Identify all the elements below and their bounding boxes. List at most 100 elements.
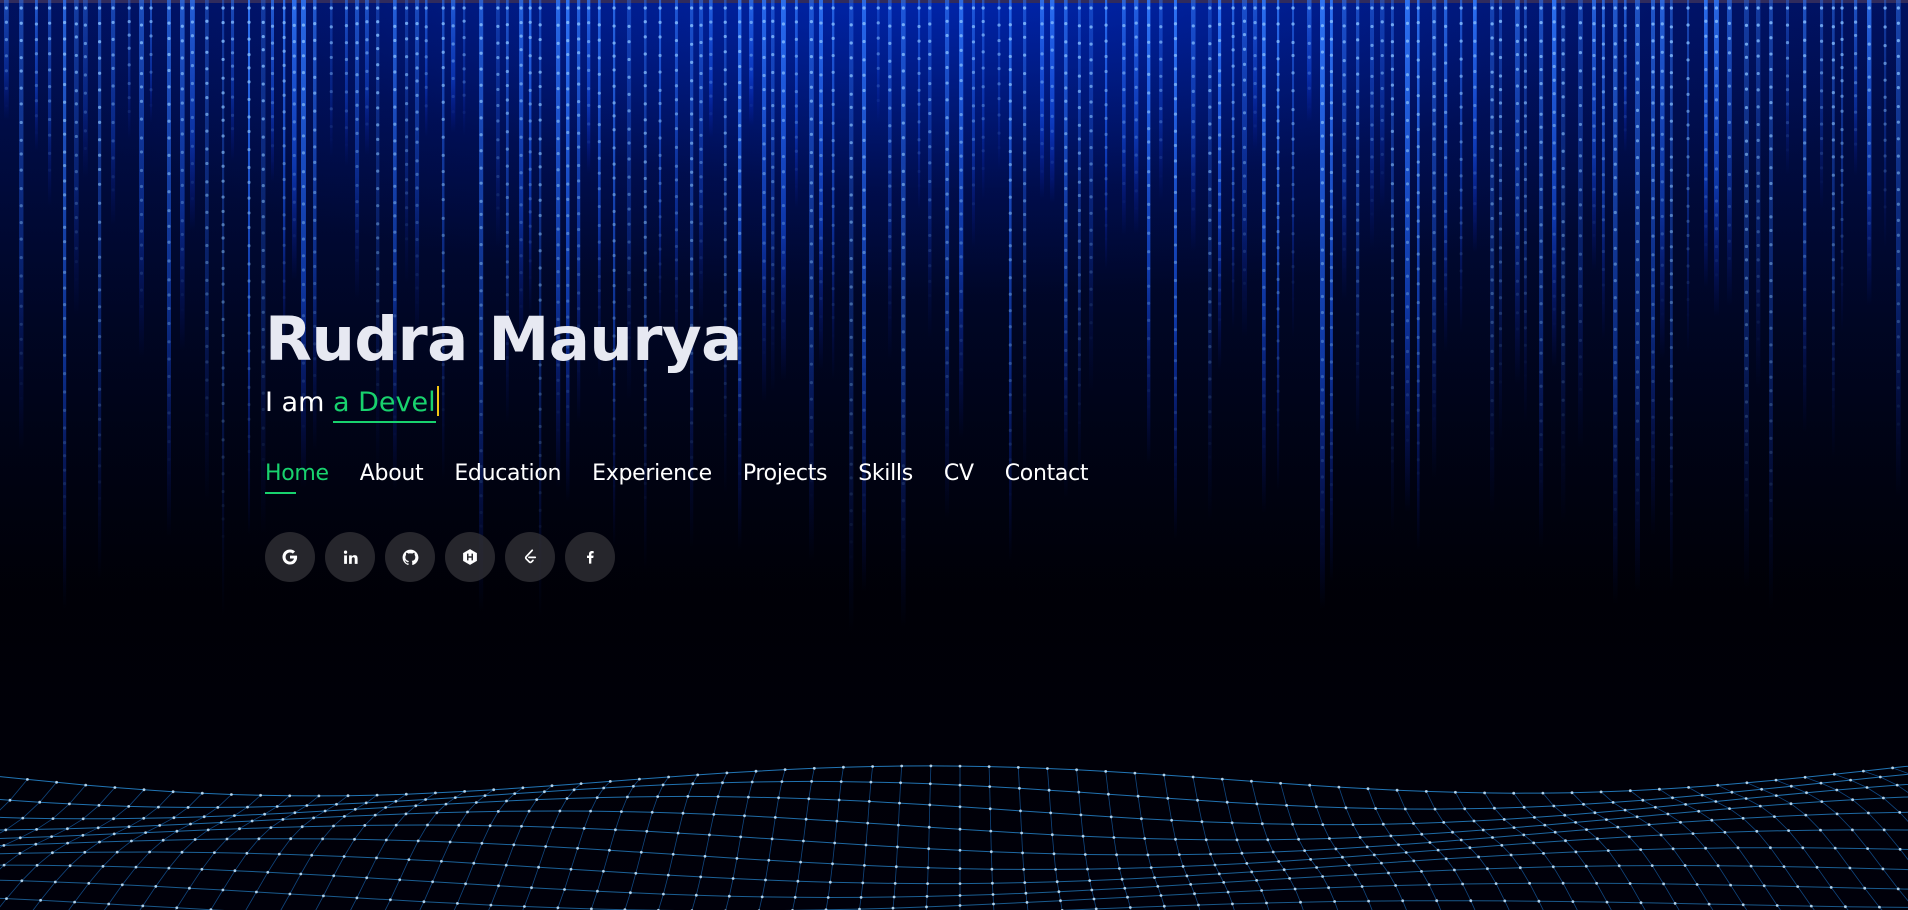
grid-node xyxy=(1018,786,1021,790)
grid-node xyxy=(842,765,845,769)
linkedin-icon xyxy=(343,550,358,564)
grid-node xyxy=(1459,838,1463,842)
grid-node xyxy=(375,856,378,860)
nav-item-projects[interactable]: Projects xyxy=(743,461,828,494)
grid-node xyxy=(1020,831,1023,835)
grid-node xyxy=(50,835,53,838)
nav-item-skills[interactable]: Skills xyxy=(858,461,913,494)
grid-node xyxy=(1054,868,1057,871)
leetcode-link-button[interactable] xyxy=(505,532,555,582)
grid-node xyxy=(833,841,837,845)
grid-node xyxy=(1427,883,1431,887)
grid-node xyxy=(1491,836,1494,839)
grid-node xyxy=(332,874,336,878)
grid-node xyxy=(900,764,904,768)
grid-node xyxy=(250,819,254,823)
nav-item-cv[interactable]: CV xyxy=(944,461,974,494)
nav-item-contact[interactable]: Contact xyxy=(1005,461,1089,494)
grid-node xyxy=(1231,902,1234,906)
grid-node xyxy=(1217,872,1221,876)
grid-node xyxy=(18,851,22,855)
nav-item-education[interactable]: Education xyxy=(454,461,561,494)
grid-node xyxy=(1801,846,1805,850)
grid-node xyxy=(894,865,898,869)
grid-node xyxy=(1673,902,1677,905)
grid-node xyxy=(1104,770,1108,773)
grid-node xyxy=(589,809,592,813)
google-link-button[interactable] xyxy=(265,532,315,582)
grid-node xyxy=(365,876,369,880)
grid-node xyxy=(55,780,58,784)
grid-node xyxy=(1481,828,1485,832)
grid-node xyxy=(257,837,261,841)
grid-node xyxy=(892,895,896,899)
grid-node xyxy=(73,900,76,904)
grid-node xyxy=(51,851,54,855)
grid-node xyxy=(537,865,540,869)
grid-node xyxy=(363,824,367,827)
grid-node xyxy=(1695,883,1699,886)
grid-node xyxy=(1710,818,1714,822)
grid-node xyxy=(288,892,292,896)
grid-node xyxy=(1156,885,1160,888)
grid-node xyxy=(1052,852,1056,856)
grid-node xyxy=(1412,859,1416,863)
grid-node xyxy=(1582,802,1585,806)
grid-node xyxy=(394,799,398,803)
grid-node xyxy=(96,826,100,830)
grid-node xyxy=(1522,833,1526,837)
grid-node xyxy=(1789,802,1793,806)
grid-node xyxy=(544,845,548,848)
grid-node xyxy=(407,858,411,861)
grid-node xyxy=(305,804,309,807)
grid-node xyxy=(595,796,599,799)
grid-node xyxy=(404,812,408,816)
grid-node xyxy=(897,823,900,827)
hackerrank-link-button[interactable] xyxy=(445,532,495,582)
grid-node xyxy=(1477,855,1480,859)
facebook-link-button[interactable] xyxy=(565,532,615,582)
grid-node xyxy=(238,827,241,831)
grid-node xyxy=(2,863,6,867)
grid-node xyxy=(1271,850,1275,854)
grid-node xyxy=(266,870,270,874)
grid-node xyxy=(620,810,623,813)
grid-line xyxy=(0,789,145,908)
grid-node xyxy=(1611,801,1615,804)
grid-node xyxy=(1337,785,1341,789)
grid-node xyxy=(992,902,995,906)
grid-node xyxy=(1486,867,1489,871)
grid-node xyxy=(1628,882,1632,885)
grid-node xyxy=(1230,821,1234,825)
grid-node xyxy=(300,825,304,829)
grid-node xyxy=(1250,870,1254,874)
grid-node xyxy=(891,906,895,910)
grid-node xyxy=(582,827,586,830)
grid-node xyxy=(335,802,338,806)
grid-node xyxy=(255,890,258,894)
grid-node xyxy=(1851,798,1854,802)
name-heading: Rudra Maurya xyxy=(265,304,742,375)
nav-item-about[interactable]: About xyxy=(360,461,424,494)
grid-node xyxy=(731,877,735,880)
grid-node xyxy=(2,844,6,847)
grid-node xyxy=(97,803,101,807)
grid-node xyxy=(343,815,346,818)
grid-node xyxy=(1468,846,1472,850)
grid-node xyxy=(404,792,408,796)
grid-node xyxy=(1728,807,1731,810)
grid-node xyxy=(398,878,402,882)
nav-item-experience[interactable]: Experience xyxy=(592,461,712,494)
grid-node xyxy=(1483,791,1486,795)
nav-item-home[interactable]: Home xyxy=(265,461,329,494)
grid-node xyxy=(1200,820,1204,824)
grid-node xyxy=(213,851,216,854)
grid-node xyxy=(1360,885,1364,888)
grid-node xyxy=(602,786,606,790)
github-link-button[interactable] xyxy=(385,532,435,582)
grid-node xyxy=(1022,868,1026,871)
grid-line xyxy=(1367,788,1442,910)
grid-node xyxy=(1541,791,1545,795)
linkedin-link-button[interactable] xyxy=(325,532,375,582)
grid-node xyxy=(489,903,493,907)
